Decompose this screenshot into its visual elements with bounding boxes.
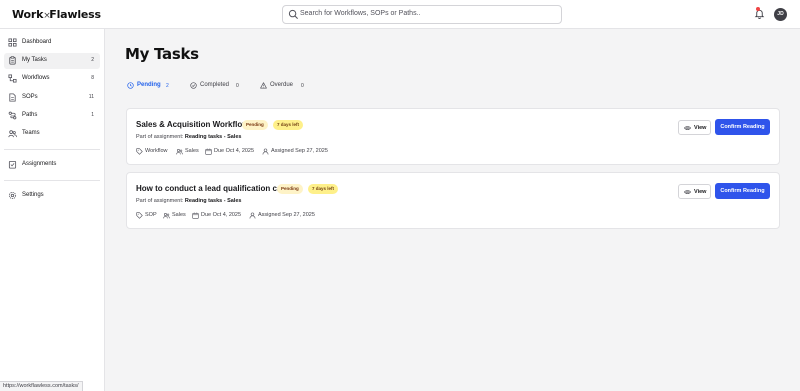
brand-logo[interactable]: Work×Flawless bbox=[12, 8, 101, 21]
task-assigned-label: Assigned Sep 27, 2025 bbox=[271, 148, 328, 154]
brand-logo-left: Work bbox=[12, 8, 44, 21]
page-title: My Tasks bbox=[125, 45, 199, 63]
task-team-label: Sales bbox=[172, 212, 186, 218]
sidebar-item-label: Paths bbox=[22, 112, 38, 118]
task-title[interactable]: How to conduct a lead qualification call bbox=[136, 184, 286, 193]
tab-count: 0 bbox=[236, 83, 239, 89]
sidebar: Dashboard My Tasks 2 Workflows 8 SOPs 11… bbox=[0, 29, 105, 391]
team-icon bbox=[163, 213, 170, 219]
sidebar-item-my-tasks[interactable]: My Tasks 2 bbox=[4, 53, 100, 69]
status-badge: Pending bbox=[242, 120, 268, 130]
user-icon bbox=[249, 212, 256, 219]
task-team-label: Sales bbox=[185, 148, 199, 154]
status-badge: Pending bbox=[277, 184, 303, 194]
eye-icon bbox=[684, 189, 691, 195]
view-button-label: View bbox=[694, 125, 707, 131]
assignment-line: Part of assignment: Reading tasks - Sale… bbox=[136, 134, 241, 140]
tab-pending[interactable]: Pending 2 bbox=[125, 78, 175, 93]
calendar-icon bbox=[192, 212, 199, 219]
assignment-prefix: Part of assignment: bbox=[136, 134, 184, 140]
confirm-reading-button[interactable]: Confirm Reading bbox=[715, 119, 770, 135]
tag-icon bbox=[136, 212, 143, 219]
sidebar-item-label: Dashboard bbox=[22, 39, 52, 45]
sidebar-item-count: 11 bbox=[88, 94, 94, 100]
avatar[interactable]: JD bbox=[774, 8, 787, 21]
days-left-badge: 7 days left bbox=[308, 184, 339, 194]
status-bar-url: https://workflawless.com/tasks/ bbox=[0, 381, 83, 391]
view-button[interactable]: View bbox=[678, 184, 711, 199]
task-card[interactable]: How to conduct a lead qualification call… bbox=[126, 172, 780, 229]
task-assigned-label: Assigned Sep 27, 2025 bbox=[258, 212, 315, 218]
search-placeholder: Search for Workflows, SOPs or Paths.. bbox=[300, 10, 421, 17]
sidebar-item-count: 8 bbox=[91, 75, 94, 81]
assignment-name: Reading tasks - Sales bbox=[184, 198, 242, 204]
sidebar-item-settings[interactable]: Settings bbox=[4, 188, 100, 204]
sidebar-item-dashboard[interactable]: Dashboard bbox=[4, 35, 100, 51]
tab-label: Overdue bbox=[270, 82, 294, 88]
tab-completed[interactable]: Completed 0 bbox=[188, 78, 246, 93]
task-due-label: Due Oct 4, 2025 bbox=[214, 148, 255, 154]
gear-icon bbox=[8, 191, 17, 200]
sidebar-item-count: 1 bbox=[91, 112, 94, 118]
sidebar-item-label: SOPs bbox=[22, 94, 38, 100]
team-icon bbox=[8, 130, 17, 138]
sidebar-item-workflows[interactable]: Workflows 8 bbox=[4, 71, 100, 87]
path-icon bbox=[8, 111, 17, 120]
task-card[interactable]: Sales & Acquisition Workflow Pending 7 d… bbox=[126, 108, 780, 165]
sidebar-item-assignments[interactable]: Assignments bbox=[4, 157, 100, 173]
document-icon bbox=[9, 93, 16, 102]
sidebar-item-label: Assignments bbox=[22, 161, 57, 167]
brand-logo-right: Flawless bbox=[49, 8, 101, 21]
tab-label: Pending bbox=[137, 82, 161, 88]
sidebar-item-label: Teams bbox=[22, 130, 40, 136]
eye-icon bbox=[684, 125, 691, 131]
sidebar-item-sops[interactable]: SOPs 11 bbox=[4, 90, 100, 106]
task-type-label: SOP bbox=[145, 212, 157, 218]
search-bar[interactable]: Search for Workflows, SOPs or Paths.. bbox=[282, 5, 562, 24]
calendar-icon bbox=[205, 148, 212, 155]
assignment-line: Part of assignment: Reading tasks - Sale… bbox=[136, 198, 241, 204]
check-circle-icon bbox=[190, 82, 197, 89]
confirm-reading-button[interactable]: Confirm Reading bbox=[715, 183, 770, 199]
user-icon bbox=[262, 148, 269, 155]
task-type-label: Workflow bbox=[145, 148, 168, 154]
task-due-label: Due Oct 4, 2025 bbox=[201, 212, 242, 218]
sidebar-divider bbox=[4, 180, 100, 181]
workflow-icon bbox=[8, 74, 17, 83]
view-button-label: View bbox=[694, 189, 707, 195]
sidebar-item-label: My Tasks bbox=[22, 57, 47, 63]
view-button[interactable]: View bbox=[678, 120, 711, 135]
tab-overdue[interactable]: Overdue 0 bbox=[258, 78, 308, 93]
top-bar: Work×Flawless Search for Workflows, SOPs… bbox=[0, 0, 800, 29]
clock-icon bbox=[127, 82, 134, 89]
clipboard-icon bbox=[9, 56, 16, 65]
notification-dot bbox=[756, 7, 760, 11]
warning-icon bbox=[260, 82, 267, 89]
sidebar-item-label: Settings bbox=[22, 192, 44, 198]
assignment-icon bbox=[8, 160, 17, 169]
assignment-name: Reading tasks - Sales bbox=[184, 134, 242, 140]
tab-count: 2 bbox=[166, 83, 169, 89]
sidebar-item-count: 2 bbox=[91, 57, 94, 63]
team-icon bbox=[176, 149, 183, 155]
sidebar-item-label: Workflows bbox=[22, 75, 50, 81]
sidebar-item-teams[interactable]: Teams bbox=[4, 126, 100, 142]
tag-icon bbox=[136, 148, 143, 155]
days-left-badge: 7 days left bbox=[273, 120, 304, 130]
tab-label: Completed bbox=[200, 82, 230, 88]
sidebar-divider bbox=[4, 149, 100, 150]
tab-count: 0 bbox=[301, 83, 304, 89]
assignment-prefix: Part of assignment: bbox=[136, 198, 184, 204]
task-title[interactable]: Sales & Acquisition Workflow bbox=[136, 120, 248, 129]
grid-icon bbox=[8, 38, 17, 47]
sidebar-item-paths[interactable]: Paths 1 bbox=[4, 108, 100, 124]
search-icon bbox=[288, 9, 298, 19]
